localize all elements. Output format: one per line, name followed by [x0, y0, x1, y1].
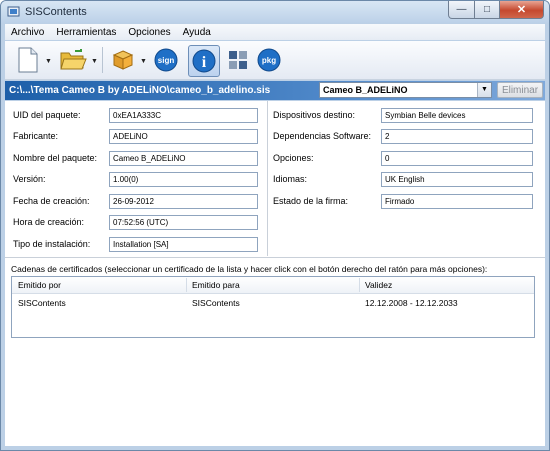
minimize-button[interactable]: — [448, 1, 475, 19]
package-path-bar: C:\...\Tema Cameo B by ADELiNO\cameo_b_a… [5, 81, 545, 100]
svg-text:sign: sign [158, 56, 175, 65]
toolbar-separator [102, 47, 103, 73]
remove-button[interactable]: Eliminar [497, 82, 543, 98]
maximize-button[interactable]: □ [475, 1, 500, 19]
certificate-chains-caption: Cadenas de certificados (seleccionar un … [11, 264, 488, 274]
pkg-button[interactable]: pkg [255, 45, 283, 75]
pkg-icon: pkg [257, 48, 281, 72]
field-label-options: Opciones: [273, 153, 314, 163]
svg-text:i: i [202, 54, 207, 71]
close-icon: ✕ [516, 4, 527, 16]
certificate-row-validity[interactable]: 12.12.2008 - 12.12.2033 [365, 298, 458, 308]
menu-opciones[interactable]: Opciones [122, 27, 176, 38]
info-icon: i [192, 49, 216, 73]
column-separator[interactable] [186, 278, 187, 292]
new-file-button[interactable] [13, 45, 43, 75]
package-box-icon [112, 50, 134, 70]
creation-time-field[interactable]: 07:52:56 (UTC) [109, 215, 258, 230]
field-label-package-name: Nombre del paquete: [13, 153, 98, 163]
svg-text:pkg: pkg [262, 56, 276, 65]
field-label-version: Versión: [13, 174, 46, 184]
chevron-down-icon[interactable]: ▼ [477, 83, 491, 97]
languages-field[interactable]: UK English [381, 172, 533, 187]
menu-ayuda[interactable]: Ayuda [177, 27, 217, 38]
info-button[interactable]: i [188, 45, 220, 77]
sign-button[interactable]: sign [152, 45, 180, 75]
certificate-list[interactable]: Emitido por Emitido para Validez SISCont… [11, 276, 535, 338]
maximize-icon: □ [483, 4, 491, 15]
components-icon [229, 51, 247, 69]
field-label-signature-status: Estado de la firma: [273, 196, 349, 206]
field-label-dependencies: Dependencias Software: [273, 131, 372, 141]
field-label-creation-time: Hora de creación: [13, 217, 85, 227]
menu-archivo[interactable]: Archivo [5, 27, 50, 38]
creation-date-field[interactable]: 26-09-2012 [109, 194, 258, 209]
certificate-row-issued-by[interactable]: SISContents [18, 298, 66, 308]
package-name-field[interactable]: Cameo B_ADELiNO [109, 151, 258, 166]
column-divider [267, 101, 268, 256]
view-components-button[interactable] [224, 45, 252, 75]
package-details-panel: UID del paquete: 0xEA1A333C Fabricante: … [5, 101, 545, 446]
title-bar[interactable]: SISContents — □ ✕ [1, 1, 549, 23]
menu-bar: Archivo Herramientas Opciones Ayuda [5, 24, 545, 40]
app-icon [7, 6, 20, 17]
package-button[interactable] [109, 45, 137, 75]
close-button[interactable]: ✕ [500, 1, 544, 19]
package-dropdown-icon[interactable]: ▼ [140, 58, 147, 65]
vendor-field[interactable]: ADELiNO [109, 129, 258, 144]
signature-status-field[interactable]: Firmado [381, 194, 533, 209]
open-folder-button[interactable] [57, 45, 89, 75]
field-label-languages: Idiomas: [273, 174, 308, 184]
window-title: SISContents [25, 6, 87, 18]
column-separator[interactable] [359, 278, 360, 292]
field-label-install-type: Tipo de instalación: [13, 239, 91, 249]
column-header-issued-to[interactable]: Emitido para [192, 280, 240, 290]
field-label-target-devices: Dispositivos destino: [273, 110, 356, 120]
dependencies-field[interactable]: 2 [381, 129, 533, 144]
new-file-icon [18, 47, 38, 73]
version-field[interactable]: 1.00(0) [109, 172, 258, 187]
target-devices-field[interactable]: Symbian Belle devices [381, 108, 533, 123]
new-file-dropdown-icon[interactable]: ▼ [45, 58, 52, 65]
component-select[interactable]: Cameo B_ADELiNO ▼ [319, 82, 492, 98]
certificate-list-header: Emitido por Emitido para Validez [12, 277, 534, 294]
open-folder-icon [60, 49, 87, 70]
package-uid-field[interactable]: 0xEA1A333C [109, 108, 258, 123]
minimize-icon: — [456, 4, 467, 15]
column-header-issued-by[interactable]: Emitido por [18, 280, 61, 290]
field-label-creation-date: Fecha de creación: [13, 196, 90, 206]
app-window: SISContents — □ ✕ Archivo Herramientas O… [0, 0, 550, 451]
sign-icon: sign [154, 48, 178, 72]
section-divider [5, 257, 545, 258]
component-select-value: Cameo B_ADELiNO [323, 85, 408, 95]
field-label-vendor: Fabricante: [13, 131, 59, 141]
column-header-validity[interactable]: Validez [365, 280, 392, 290]
options-field[interactable]: 0 [381, 151, 533, 166]
certificate-row-issued-to[interactable]: SISContents [192, 298, 240, 308]
open-folder-dropdown-icon[interactable]: ▼ [91, 58, 98, 65]
install-type-field[interactable]: Installation [SA] [109, 237, 258, 252]
menu-herramientas[interactable]: Herramientas [50, 27, 122, 38]
field-label-package-uid: UID del paquete: [13, 110, 81, 120]
package-path: C:\...\Tema Cameo B by ADELiNO\cameo_b_a… [9, 85, 271, 96]
toolbar: ▼ ▼ ▼ sign i pkg [5, 41, 545, 80]
